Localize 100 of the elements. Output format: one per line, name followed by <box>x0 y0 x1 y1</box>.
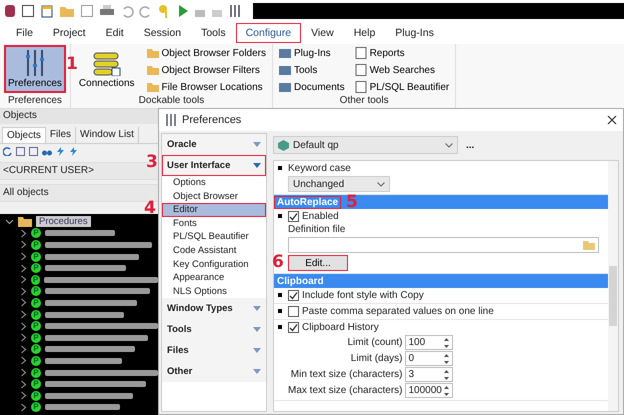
checkmark-icon <box>289 291 298 300</box>
menu-item[interactable]: Help <box>344 23 386 43</box>
field-label: Min text size (characters) <box>290 369 402 380</box>
tool-icon <box>279 81 291 93</box>
spin-arrows-icon[interactable] <box>443 384 450 396</box>
nav-item[interactable]: Editor <box>162 203 266 217</box>
spin-arrows-icon[interactable] <box>443 368 450 380</box>
enabled-checkbox[interactable]: Enabled <box>288 211 599 222</box>
filter-dropdown[interactable]: All objects <box>0 184 158 202</box>
procedure-badge: P <box>31 379 41 390</box>
definition-file-field[interactable] <box>288 237 599 253</box>
ribbon-button[interactable]: Object Browser Folders <box>144 45 268 61</box>
nav-item[interactable]: Fonts <box>162 216 266 230</box>
cube-icon <box>278 140 289 150</box>
menu-item[interactable]: File <box>6 23 43 43</box>
nav-section[interactable]: Window Types <box>162 298 266 320</box>
document-icon <box>354 64 367 76</box>
group-label: Preferences <box>7 95 63 108</box>
keyword-case-dropdown[interactable]: Unchanged <box>288 176 390 192</box>
caret-icon <box>253 306 261 312</box>
ribbon-button[interactable]: Documents <box>277 79 347 95</box>
new-file-icon[interactable] <box>40 4 54 18</box>
tool-icon <box>279 64 291 76</box>
option-checkbox[interactable]: Clipboard History <box>288 322 379 333</box>
annotation-number: 4 <box>144 200 156 218</box>
annotation-number: 5 <box>346 194 358 211</box>
ribbon-button[interactable]: Web Searches <box>352 62 452 78</box>
tree-folder-label[interactable]: Procedures <box>36 216 91 228</box>
chevron-down-icon[interactable] <box>5 217 14 226</box>
sliders-icon[interactable] <box>228 4 242 18</box>
menu-item[interactable]: View <box>301 23 344 43</box>
menu-item[interactable]: Configure <box>236 23 302 43</box>
caret-icon <box>253 142 261 147</box>
menu-item[interactable]: Session <box>134 23 192 43</box>
more-button[interactable]: ... <box>466 140 474 150</box>
nav-item[interactable]: Options <box>162 176 266 190</box>
number-spinner[interactable]: 3 <box>405 367 454 382</box>
spin-arrows-icon[interactable] <box>443 352 450 364</box>
section-title: Clipboard <box>276 274 325 288</box>
chevron-down-icon <box>445 142 453 148</box>
preferences-button[interactable]: Preferences <box>4 45 66 93</box>
play-icon[interactable] <box>177 4 189 18</box>
procedure-badge: P <box>31 298 41 308</box>
menu-item[interactable]: Project <box>42 23 96 43</box>
number-spinner[interactable]: 0 <box>405 351 454 366</box>
nav-section[interactable]: Files <box>162 340 266 362</box>
refresh-icon[interactable] <box>3 147 12 156</box>
nav-section[interactable]: User Interface <box>162 155 266 176</box>
procedure-badge: P <box>31 286 41 296</box>
tool-icon <box>279 47 291 59</box>
procedure-badge: P <box>31 402 41 412</box>
ribbon-button[interactable]: PL/SQL Beautifier <box>352 79 452 95</box>
caret-icon <box>253 348 261 354</box>
field-label: Keyword case <box>288 163 352 174</box>
menu-item[interactable]: Plug-Ins <box>385 23 444 43</box>
nav-item[interactable]: Key Configuration <box>162 258 266 272</box>
nav-section[interactable]: Other <box>162 361 266 382</box>
nav-item[interactable]: Appearance <box>162 271 266 285</box>
number-spinner[interactable]: 100 <box>405 335 454 350</box>
nav-item[interactable]: Object Browser <box>162 190 266 204</box>
nav-item[interactable]: PL/SQL Beautifier <box>162 230 266 244</box>
database-icon[interactable] <box>4 4 16 18</box>
panel-tab[interactable]: Files <box>46 127 76 143</box>
annotation-number: 6 <box>272 254 284 271</box>
nav-section[interactable]: Tools <box>162 319 266 340</box>
menu-item[interactable]: Tools <box>191 23 236 43</box>
spin-arrows-icon[interactable] <box>443 336 450 348</box>
window-icon[interactable] <box>21 4 35 18</box>
field-label: Max text size (characters) <box>288 385 402 396</box>
print-icon[interactable] <box>99 4 115 18</box>
section-title: AutoReplace <box>274 196 342 208</box>
nav-item[interactable]: Code Assistant <box>162 244 266 258</box>
procedure-badge: P <box>31 356 41 366</box>
ribbon-button[interactable]: Object Browser Filters <box>144 62 268 78</box>
menu-item[interactable]: Edit <box>96 23 134 43</box>
checkmark-icon <box>289 323 298 332</box>
ribbon-button[interactable]: Reports <box>352 45 452 61</box>
option-checkbox[interactable]: Paste comma separated values on one line <box>288 306 494 317</box>
procedure-badge: P <box>31 310 41 320</box>
folder-icon <box>146 47 159 59</box>
caret-icon <box>253 163 261 168</box>
edit-button[interactable]: Edit... <box>288 255 348 271</box>
procedure-badge: P <box>30 368 41 378</box>
ribbon-button[interactable]: File Browser Locations <box>144 79 268 95</box>
profile-dropdown[interactable]: Default qp <box>273 136 458 154</box>
nav-section[interactable]: Oracle <box>162 134 266 155</box>
close-icon[interactable] <box>607 115 617 125</box>
scrollbar[interactable] <box>608 161 618 411</box>
nav-item[interactable]: NLS Options <box>162 284 266 298</box>
panel-tab[interactable]: Objects <box>2 127 46 143</box>
ribbon-button[interactable]: Plug-Ins <box>277 45 347 61</box>
folder-icon <box>146 81 159 93</box>
ribbon-button[interactable]: Tools <box>277 62 347 78</box>
panel-tab[interactable]: Window List <box>76 127 139 143</box>
option-checkbox[interactable]: Include font style with Copy <box>288 290 424 301</box>
number-spinner[interactable]: 100000 <box>405 383 454 398</box>
save-icon[interactable] <box>80 4 94 18</box>
procedure-badge: P <box>31 263 41 274</box>
document-icon <box>354 47 367 59</box>
procedure-badge: P <box>31 390 41 401</box>
